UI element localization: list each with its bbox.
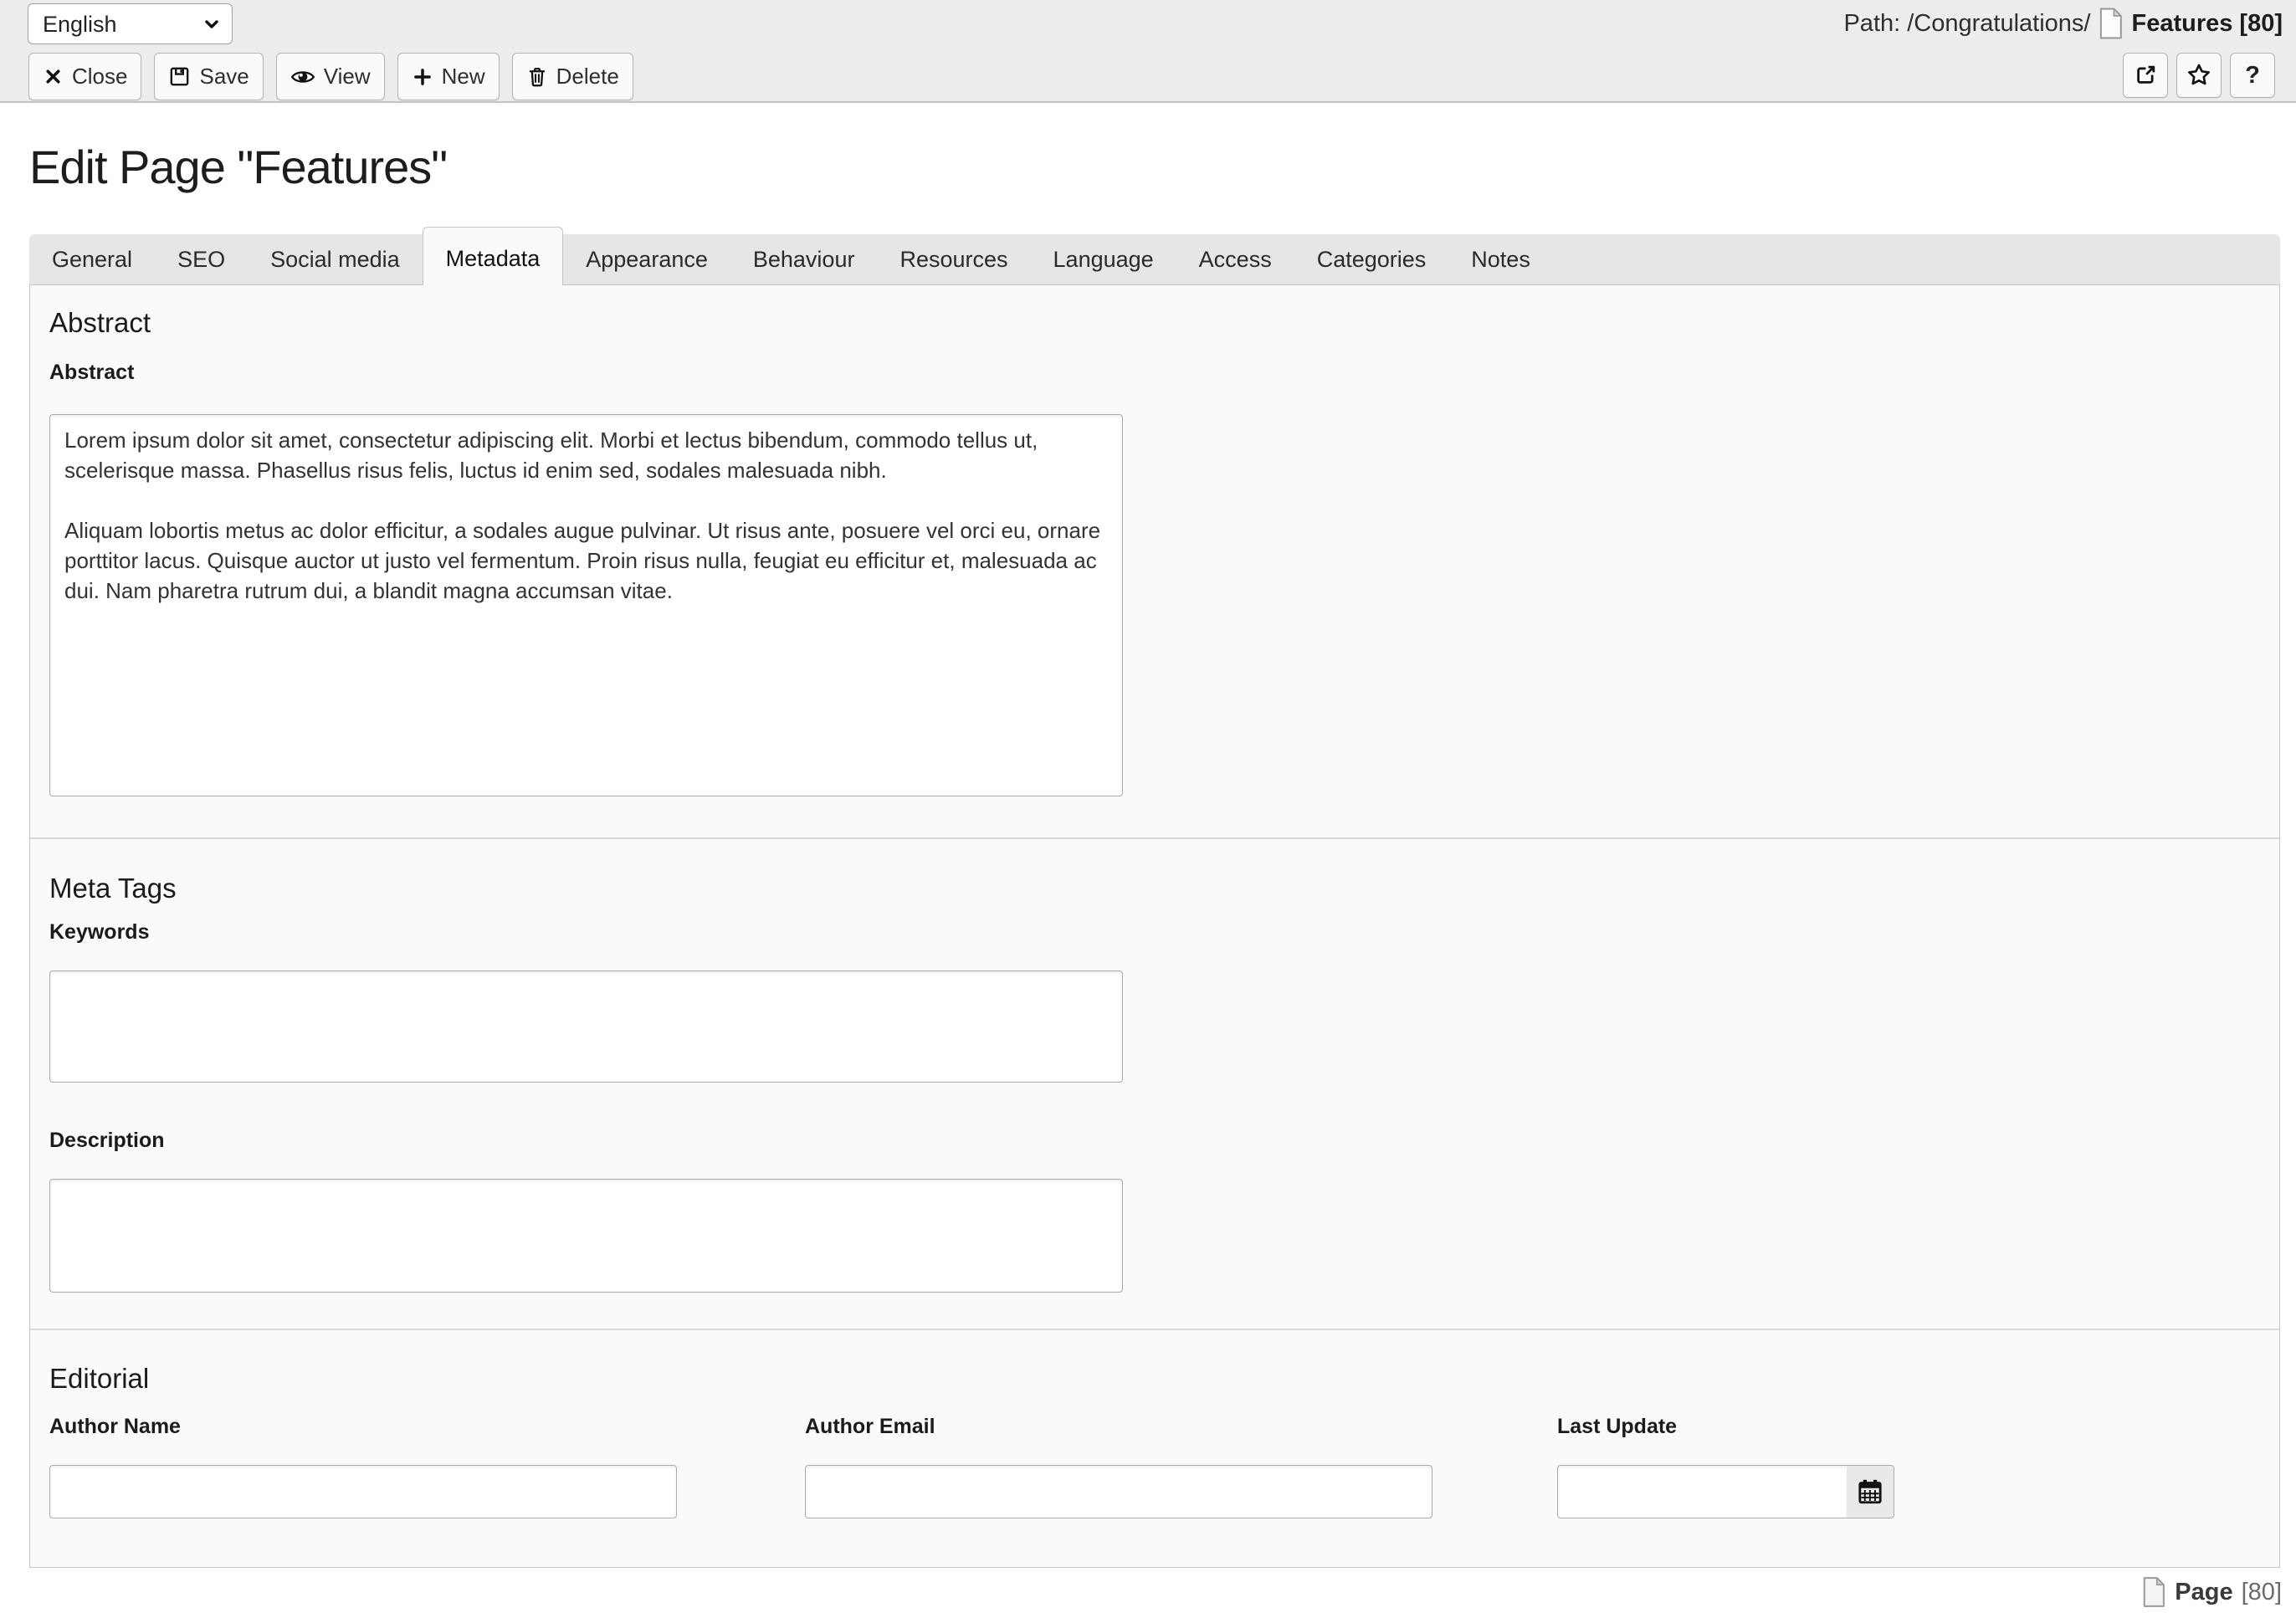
tab-access[interactable]: Access bbox=[1176, 234, 1294, 284]
open-in-new-window-button[interactable] bbox=[2123, 53, 2168, 98]
help-button[interactable]: ? bbox=[2230, 53, 2275, 98]
footer-record-uid: [80] bbox=[2241, 1578, 2282, 1605]
calendar-icon bbox=[1856, 1477, 1884, 1506]
record-title: Features [80] bbox=[2131, 9, 2283, 37]
last-update-input[interactable] bbox=[1557, 1465, 1848, 1518]
view-button[interactable]: View bbox=[275, 53, 385, 100]
date-picker-button[interactable] bbox=[1847, 1465, 1894, 1518]
save-button-label: Save bbox=[199, 64, 249, 89]
last-update-label: Last Update bbox=[1557, 1415, 1678, 1438]
plus-icon bbox=[412, 66, 433, 88]
language-select-wrap: English bbox=[28, 3, 233, 44]
section-heading-abstract: Abstract bbox=[49, 307, 151, 338]
external-link-icon bbox=[2133, 63, 2158, 88]
bookmark-button[interactable] bbox=[2176, 53, 2222, 98]
keywords-label: Keywords bbox=[49, 920, 150, 944]
language-select[interactable]: English bbox=[28, 3, 233, 44]
tab-language[interactable]: Language bbox=[1031, 234, 1176, 284]
section-divider bbox=[30, 1329, 2279, 1330]
section-heading-editorial: Editorial bbox=[49, 1363, 150, 1394]
record-footer: Page [80] bbox=[2141, 1573, 2282, 1611]
save-button[interactable]: Save bbox=[154, 53, 264, 100]
page-title: Edit Page "Features" bbox=[29, 141, 448, 193]
tab-resources[interactable]: Resources bbox=[877, 234, 1030, 284]
close-button-label: Close bbox=[72, 64, 128, 89]
footer-record-type: Page bbox=[2175, 1578, 2233, 1605]
author-name-input[interactable] bbox=[49, 1465, 677, 1518]
close-icon bbox=[43, 66, 64, 87]
abstract-textarea[interactable]: Lorem ipsum dolor sit amet, consectetur … bbox=[49, 414, 1123, 796]
new-button[interactable]: New bbox=[397, 53, 500, 100]
tab-appearance[interactable]: Appearance bbox=[563, 234, 730, 284]
keywords-textarea[interactable] bbox=[49, 970, 1123, 1083]
author-email-label: Author Email bbox=[805, 1415, 935, 1438]
tab-general[interactable]: General bbox=[29, 234, 155, 284]
docheader-icon-buttons: ? bbox=[2123, 53, 2275, 98]
tab-behaviour[interactable]: Behaviour bbox=[730, 234, 878, 284]
tab-seo[interactable]: SEO bbox=[155, 234, 248, 284]
page-icon bbox=[2098, 7, 2124, 40]
tab-notes[interactable]: Notes bbox=[1448, 234, 1553, 284]
save-icon bbox=[168, 65, 191, 88]
section-divider bbox=[30, 837, 2279, 839]
author-name-label: Author Name bbox=[49, 1415, 181, 1438]
close-button[interactable]: Close bbox=[28, 53, 142, 100]
edit-page-screen: English Path: /Congratulations/ Features… bbox=[0, 0, 2296, 1613]
description-textarea[interactable] bbox=[49, 1179, 1123, 1293]
path-label: Path: /Congratulations/ bbox=[1843, 9, 2091, 37]
delete-button[interactable]: Delete bbox=[511, 53, 633, 100]
star-icon bbox=[2186, 62, 2212, 89]
doc-header: English Path: /Congratulations/ Features… bbox=[0, 0, 2296, 103]
section-heading-meta-tags: Meta Tags bbox=[49, 873, 177, 904]
metadata-form-panel: Abstract Abstract Lorem ipsum dolor sit … bbox=[29, 284, 2280, 1568]
trash-icon bbox=[526, 65, 548, 89]
page-icon bbox=[2141, 1575, 2166, 1609]
tab-social-media[interactable]: Social media bbox=[248, 234, 423, 284]
view-button-label: View bbox=[323, 64, 371, 89]
tab-metadata[interactable]: Metadata bbox=[422, 227, 564, 285]
abstract-label: Abstract bbox=[49, 361, 135, 384]
breadcrumb: Path: /Congratulations/ Features [80] bbox=[1843, 7, 2283, 40]
new-button-label: New bbox=[441, 64, 485, 89]
eye-icon bbox=[290, 68, 315, 86]
delete-button-label: Delete bbox=[556, 64, 619, 89]
tab-categories[interactable]: Categories bbox=[1294, 234, 1449, 284]
tab-bar: General SEO Social media Metadata Appear… bbox=[29, 227, 2280, 285]
toolbar: Close Save View New Delete bbox=[28, 53, 633, 100]
description-label: Description bbox=[49, 1129, 165, 1152]
author-email-input[interactable] bbox=[805, 1465, 1432, 1518]
